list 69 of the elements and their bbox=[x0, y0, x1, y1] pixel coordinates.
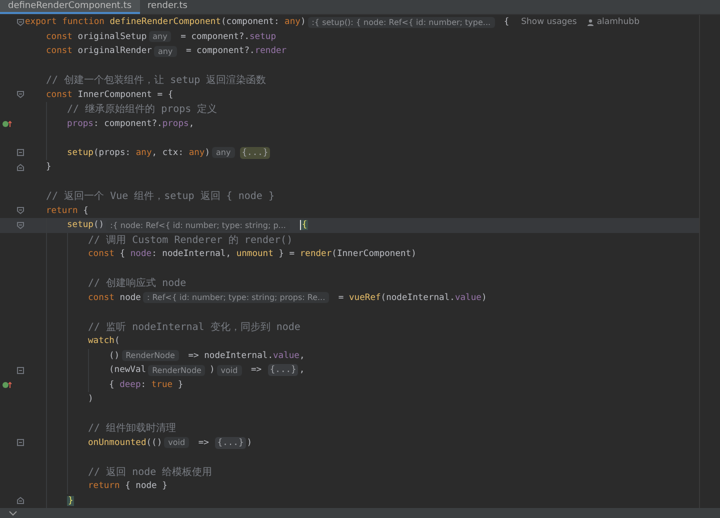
code-text: ) bbox=[88, 394, 94, 404]
code-text: setup() bbox=[67, 220, 104, 230]
fold-icon[interactable] bbox=[17, 497, 24, 504]
type-hint: any bbox=[154, 46, 177, 57]
code-text: => bbox=[197, 438, 210, 448]
code-text: // 创建响应式 node bbox=[88, 276, 186, 290]
type-hint: RenderNode bbox=[122, 350, 179, 362]
type-hint: void bbox=[164, 437, 190, 448]
expand-icon[interactable] bbox=[17, 149, 24, 156]
type-hint: any bbox=[212, 147, 235, 158]
code-text: const originalSetup bbox=[46, 32, 147, 42]
folded-code[interactable]: {...} bbox=[215, 436, 246, 449]
folded-code[interactable]: {...} bbox=[268, 364, 298, 376]
fold-icon[interactable] bbox=[17, 222, 24, 229]
person-icon bbox=[586, 18, 594, 26]
code-text: } bbox=[46, 162, 52, 172]
fold-icon[interactable] bbox=[17, 91, 24, 98]
code-text: return { node } bbox=[88, 481, 168, 492]
code-text: { deep: true } bbox=[109, 380, 184, 390]
code-text: // 继承原始组件的 props 定义 bbox=[67, 102, 218, 116]
code-text: const node bbox=[88, 292, 141, 303]
code-text: { bbox=[502, 17, 510, 28]
implement-marker-icon[interactable] bbox=[2, 380, 12, 389]
code-text: () bbox=[109, 350, 120, 361]
code-text: => nodeInternal.value, bbox=[187, 350, 305, 361]
implement-marker-icon[interactable] bbox=[2, 120, 12, 128]
code-text: const InnerComponent = { bbox=[46, 90, 174, 100]
expand-icon[interactable] bbox=[17, 366, 24, 374]
type-hint: :{ node: Ref<{ id: number; type: string; p... bbox=[106, 220, 290, 231]
code-text: (newVal bbox=[109, 365, 146, 376]
code-text: // 组件卸载时清理 bbox=[88, 422, 176, 436]
type-hint: any bbox=[148, 31, 172, 42]
type-hint: :{ setup(): { node: Ref<{ id: number; type... bbox=[308, 16, 495, 28]
code-text: // 调用 Custom Renderer 的 render() bbox=[88, 234, 293, 247]
type-hint: void bbox=[216, 364, 242, 376]
code-text: = component?.setup bbox=[180, 32, 276, 42]
chevron-down-icon[interactable] bbox=[9, 510, 17, 516]
code-text: ) bbox=[246, 438, 252, 448]
code-text: // 创建一个包装组件，让 setup 返回渲染函数 bbox=[46, 74, 266, 88]
code-text: setup(props: any, ctx: any) bbox=[67, 148, 210, 158]
code-text: , bbox=[299, 365, 305, 376]
code-text: onUnmounted(() bbox=[88, 438, 162, 448]
code-text: = component?.render bbox=[184, 46, 287, 56]
code-text: const originalRender bbox=[46, 46, 152, 56]
code-text: const { node: nodeInternal, unmount } = render(InnerComponent) bbox=[88, 249, 416, 260]
fold-icon[interactable] bbox=[17, 207, 24, 214]
matched-brace: } bbox=[67, 496, 74, 506]
type-hint: : Ref<{ id: number; type: string; props: Re... bbox=[142, 292, 330, 304]
fold-icon[interactable] bbox=[17, 18, 24, 26]
type-hint: RenderNode bbox=[148, 364, 206, 376]
matched-brace: { bbox=[300, 220, 308, 230]
code-text: return { bbox=[46, 206, 88, 216]
code-text: watch( bbox=[88, 336, 120, 346]
author-label[interactable]: alamhubb bbox=[586, 17, 640, 28]
code-text: // 返回 node 给模板使用 bbox=[88, 466, 212, 479]
code-text: props: component?.props, bbox=[67, 118, 194, 129]
author-name: alamhubb bbox=[596, 17, 640, 28]
code-text: // 返回一个 Vue 组件，setup 返回 { node } bbox=[46, 190, 274, 204]
editor-tab[interactable]: render.ts bbox=[140, 0, 196, 14]
code-text: => bbox=[250, 365, 263, 376]
expand-icon[interactable] bbox=[17, 439, 24, 446]
fold-icon[interactable] bbox=[17, 164, 24, 171]
code-text: = vueRef(nodeInternal.value) bbox=[337, 292, 487, 303]
code-text: // 监听 nodeInternal 变化，同步到 node bbox=[88, 320, 300, 334]
editor-tab[interactable]: defineRenderComponent.ts bbox=[0, 0, 140, 14]
folded-code[interactable]: {...} bbox=[240, 146, 270, 159]
code-text: ) bbox=[209, 365, 215, 376]
show-usages-link[interactable]: Show usages bbox=[521, 17, 577, 28]
code-text: export function defineRenderComponent(component: any) bbox=[25, 17, 306, 28]
